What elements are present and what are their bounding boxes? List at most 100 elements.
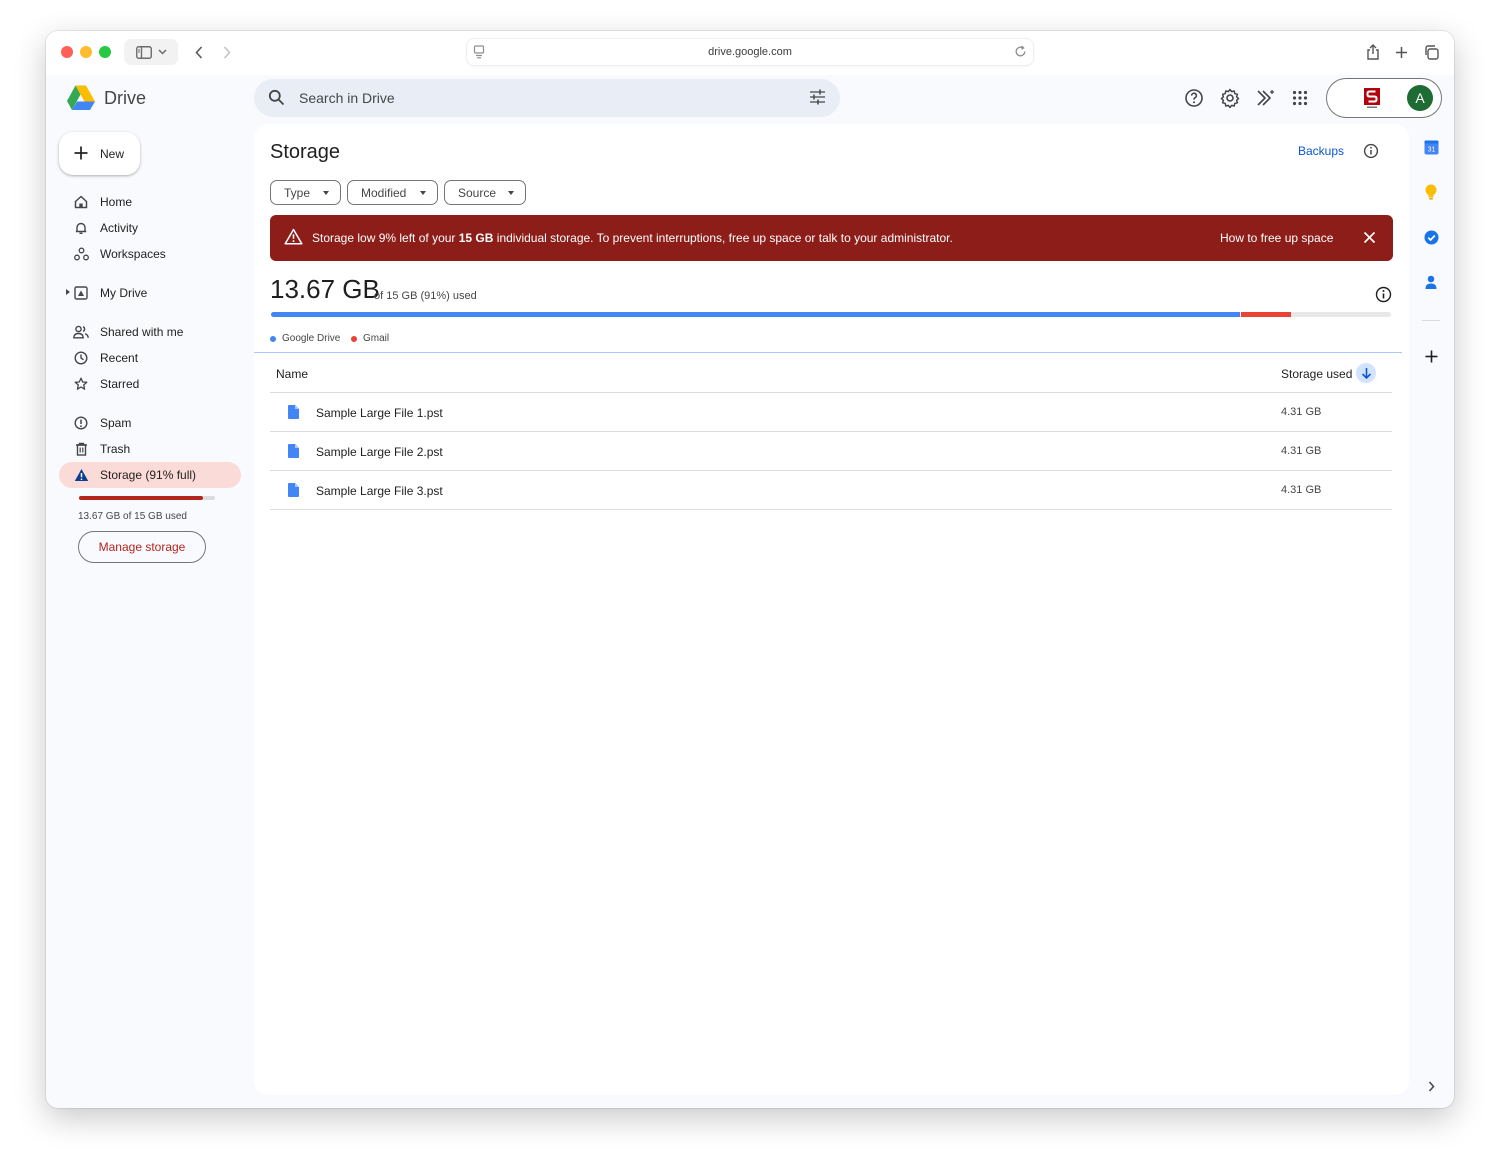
new-button[interactable]: New (59, 132, 140, 175)
document-icon (288, 444, 299, 458)
apps-grid-icon (1292, 90, 1308, 106)
trash-icon (73, 441, 89, 457)
minimize-window-button[interactable] (80, 46, 92, 58)
tasks-app-button[interactable] (1423, 229, 1439, 245)
filter-source-chip[interactable]: Source (444, 180, 526, 205)
app-name: Drive (104, 88, 147, 108)
search-bar[interactable]: Search in Drive (254, 79, 840, 117)
table-row[interactable]: Sample Large File 3.pst 4.31 GB (270, 471, 1392, 509)
free-up-space-link[interactable]: How to free up space (1220, 231, 1333, 245)
sidebar-item-home[interactable]: Home (59, 189, 241, 215)
new-button-label: New (100, 147, 125, 161)
sidebar-item-storage[interactable]: Storage (91% full) (59, 462, 241, 488)
sidebar-item-label: My Drive (100, 286, 148, 300)
manage-storage-button[interactable]: Manage storage (78, 531, 206, 563)
table-row[interactable]: Sample Large File 1.pst 4.31 GB (270, 393, 1392, 431)
sidebar-item-recent[interactable]: Recent (59, 345, 241, 371)
storage-segment-drive (271, 312, 1240, 317)
sidebar-item-label: Starred (100, 377, 140, 391)
browser-window: drive.google.com Drive Search in Drive A… (46, 31, 1454, 1108)
add-addon-button[interactable] (1423, 348, 1439, 364)
lightbulb-icon (1425, 184, 1437, 200)
close-window-button[interactable] (61, 46, 73, 58)
drive-logo-icon[interactable] (66, 84, 96, 112)
storage-low-banner: Storage low 9% left of your 15 GB indivi… (270, 215, 1393, 261)
help-icon (1185, 89, 1203, 107)
caret-down-icon (420, 191, 426, 195)
sidebar-item-label: Spam (100, 416, 132, 430)
storage-used-detail: of 15 GB (91%) used (374, 290, 477, 302)
table-row[interactable]: Sample Large File 2.pst 4.31 GB (270, 432, 1392, 470)
column-header-name[interactable]: Name (276, 367, 308, 381)
filter-chip-label: Type (284, 185, 311, 200)
tasks-icon (1424, 230, 1438, 244)
sidebar-item-label: Shared with me (100, 325, 184, 339)
info-icon[interactable] (1375, 286, 1392, 303)
spam-icon (73, 415, 89, 431)
sidebar-item-spam[interactable]: Spam (59, 410, 241, 436)
settings-button[interactable] (1219, 87, 1241, 109)
contacts-icon (1425, 275, 1437, 289)
sidebar-item-trash[interactable]: Trash (59, 436, 241, 462)
backups-link[interactable]: Backups (1298, 144, 1344, 158)
filter-modified-chip[interactable]: Modified (347, 180, 438, 205)
apps-button[interactable] (1289, 87, 1311, 109)
address-bar[interactable]: drive.google.com (467, 39, 1033, 65)
zoom-window-button[interactable] (99, 46, 111, 58)
warning-triangle-icon (284, 228, 303, 245)
sidebar-item-my-drive[interactable]: My Drive (59, 280, 241, 306)
people-icon (73, 324, 89, 340)
warning-icon (73, 467, 89, 483)
sidebar-item-shared-with-me[interactable]: Shared with me (59, 319, 241, 345)
search-icon[interactable] (268, 89, 285, 106)
account-switcher[interactable]: A (1326, 78, 1442, 118)
plus-icon (1425, 350, 1437, 362)
page-settings-icon[interactable] (473, 45, 485, 59)
gemini-button[interactable] (1255, 87, 1277, 109)
divider (254, 352, 1402, 353)
calendar-app-button[interactable]: 31 (1423, 139, 1439, 155)
filter-type-chip[interactable]: Type (270, 180, 341, 205)
reload-icon[interactable] (1014, 45, 1027, 58)
arrow-down-icon (1361, 367, 1371, 379)
search-options-icon[interactable] (809, 89, 826, 105)
legend-gmail: Gmail (351, 333, 389, 344)
hide-side-panel-button[interactable] (1423, 1078, 1439, 1094)
star-icon (73, 376, 89, 392)
organization-logo-icon (1364, 88, 1380, 108)
banner-text-before: 9% left of your (375, 231, 459, 245)
keep-app-button[interactable] (1423, 184, 1439, 200)
search-input[interactable]: Search in Drive (299, 90, 395, 106)
plus-icon (74, 146, 88, 160)
tab-overview-button[interactable] (1419, 40, 1443, 64)
legend-google-drive: Google Drive (270, 333, 340, 344)
sort-descending-button[interactable] (1356, 363, 1376, 383)
legend-label: Google Drive (282, 333, 341, 344)
page-title: Storage (270, 141, 341, 163)
clock-icon (73, 350, 89, 366)
divider (1422, 320, 1440, 321)
avatar[interactable]: A (1407, 85, 1433, 111)
home-icon (73, 194, 89, 210)
banner-prefix: Storage low (312, 231, 376, 245)
file-name: Sample Large File 3.pst (316, 484, 443, 498)
new-tab-button[interactable] (1389, 40, 1413, 64)
info-icon[interactable] (1363, 143, 1379, 159)
expand-arrow-icon[interactable] (66, 289, 70, 295)
forward-button[interactable] (214, 39, 240, 65)
sidebar-item-label: Storage (91% full) (100, 468, 197, 482)
sidebar-item-starred[interactable]: Starred (59, 371, 241, 397)
sidebar-toggle-button[interactable] (124, 39, 178, 65)
contacts-app-button[interactable] (1423, 274, 1439, 290)
sidebar-item-workspaces[interactable]: Workspaces (59, 241, 241, 267)
share-button[interactable] (1361, 40, 1385, 64)
close-icon[interactable] (1363, 231, 1376, 244)
sidebar-item-activity[interactable]: Activity (59, 215, 241, 241)
help-button[interactable] (1183, 87, 1205, 109)
column-header-storage-used[interactable]: Storage used (1281, 367, 1352, 381)
my-drive-icon (73, 285, 89, 301)
document-icon (288, 405, 299, 419)
banner-text-after: individual storage. To prevent interrupt… (493, 231, 953, 245)
sidebar-item-label: Workspaces (100, 247, 166, 261)
back-button[interactable] (186, 39, 212, 65)
